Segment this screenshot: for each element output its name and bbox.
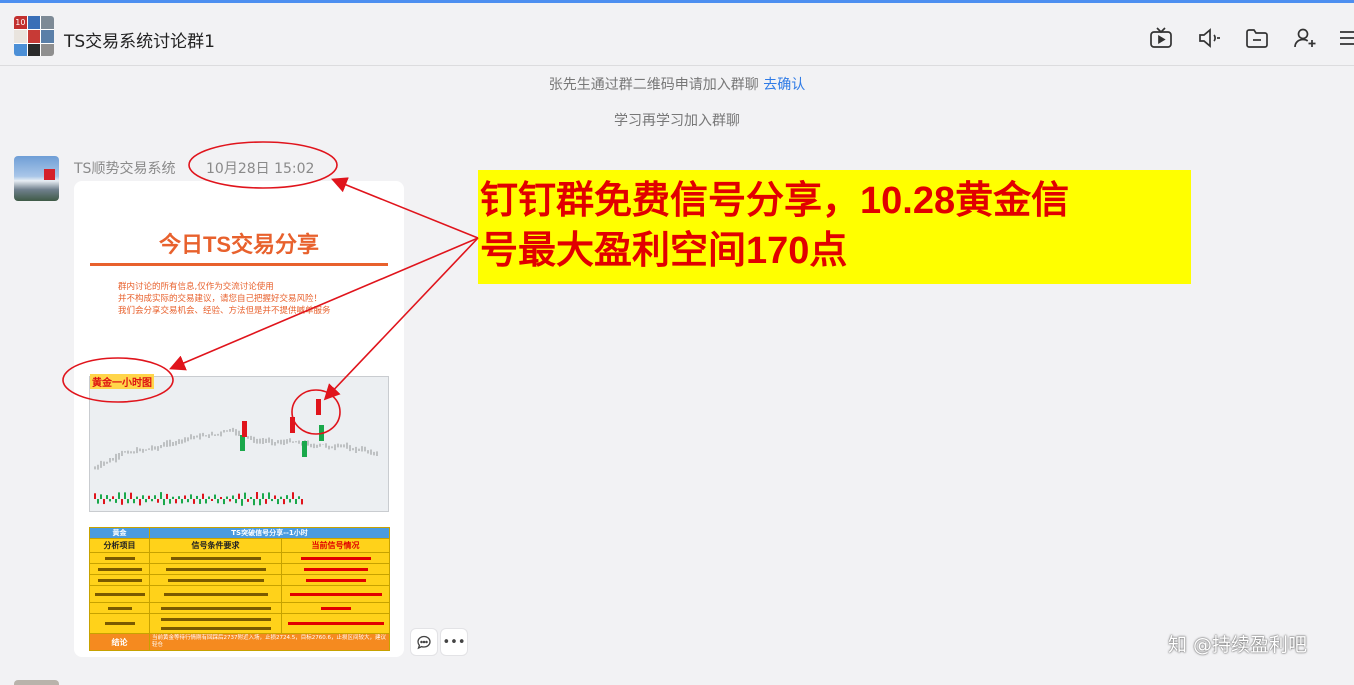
poster-line: 群内讨论的所有信息,仅作为交流讨论使用	[118, 282, 274, 292]
poster-divider	[90, 263, 388, 266]
col-condition: 信号条件要求	[149, 538, 282, 553]
live-icon[interactable]	[1148, 25, 1174, 51]
col-current: 当前信号情况	[281, 538, 390, 553]
conclusion-text: 当前黄金等待行情刚有回踩后2737附近入场，止损2724.5，目标2760.6，…	[149, 633, 390, 651]
banner-line-1: 钉钉群免费信号分享，10.28黄金信	[480, 180, 1070, 222]
sender-name[interactable]: TS顺势交易系统	[74, 158, 175, 178]
sender-avatar[interactable]	[14, 156, 59, 201]
join-request-notice: 张先生通过群二维码申请加入群聊 去确认	[0, 74, 1354, 94]
table-row	[89, 585, 390, 603]
image-message[interactable]: 今日TS交易分享 群内讨论的所有信息,仅作为交流讨论使用 并不构成实际的交易建议…	[74, 181, 404, 657]
more-actions-button[interactable]: •••	[440, 628, 468, 656]
conclusion-label: 结论	[89, 633, 150, 651]
table-row	[89, 552, 390, 564]
banner-line-2: 号最大盈利空间170点	[480, 230, 848, 272]
chart-label: 黄金一小时图	[90, 374, 154, 389]
chat-header: 10 TS交易系统讨论群1	[0, 3, 1354, 66]
next-message-avatar	[14, 680, 59, 685]
joined-notice: 学习再学习加入群聊	[614, 113, 740, 129]
table-row	[89, 613, 390, 634]
promo-banner: 钉钉群免费信号分享，10.28黄金信 号最大盈利空间170点	[478, 170, 1191, 284]
watermark: 知 @持续盈利吧	[1168, 634, 1308, 656]
more-icon[interactable]	[1336, 25, 1354, 51]
table-row	[89, 602, 390, 614]
message-actions: •••	[410, 628, 468, 656]
folder-icon[interactable]	[1244, 25, 1270, 51]
signal-table: 黄金 TS突破信号分享--1小时 分析项目 信号条件要求 当前信号情况 结论 当…	[89, 527, 390, 651]
group-avatar-badge: 10	[14, 16, 27, 29]
poster-line: 我们会分享交易机会、经验、方法但是并不提供喊单服务	[118, 306, 331, 316]
chat-title[interactable]: TS交易系统讨论群1	[64, 27, 215, 52]
message-time: 10月28日 15:02	[206, 161, 315, 177]
comment-icon[interactable]	[410, 628, 438, 656]
confirm-join-link[interactable]: 去确认	[763, 77, 805, 93]
gold-hourly-chart	[89, 376, 389, 512]
table-row	[89, 574, 390, 586]
table-header-left: 黄金	[89, 527, 150, 539]
poster-title: 今日TS交易分享	[158, 232, 320, 257]
add-member-icon[interactable]	[1292, 25, 1318, 51]
join-request-text: 张先生通过群二维码申请加入群聊	[548, 77, 759, 93]
table-header-right: TS突破信号分享--1小时	[149, 527, 390, 539]
speaker-icon[interactable]	[1196, 25, 1222, 51]
table-row	[89, 563, 390, 575]
group-avatar[interactable]: 10	[14, 16, 54, 56]
col-analysis: 分析项目	[89, 538, 150, 553]
poster-line: 并不构成实际的交易建议，请您自己把握好交易风险！	[118, 294, 323, 304]
